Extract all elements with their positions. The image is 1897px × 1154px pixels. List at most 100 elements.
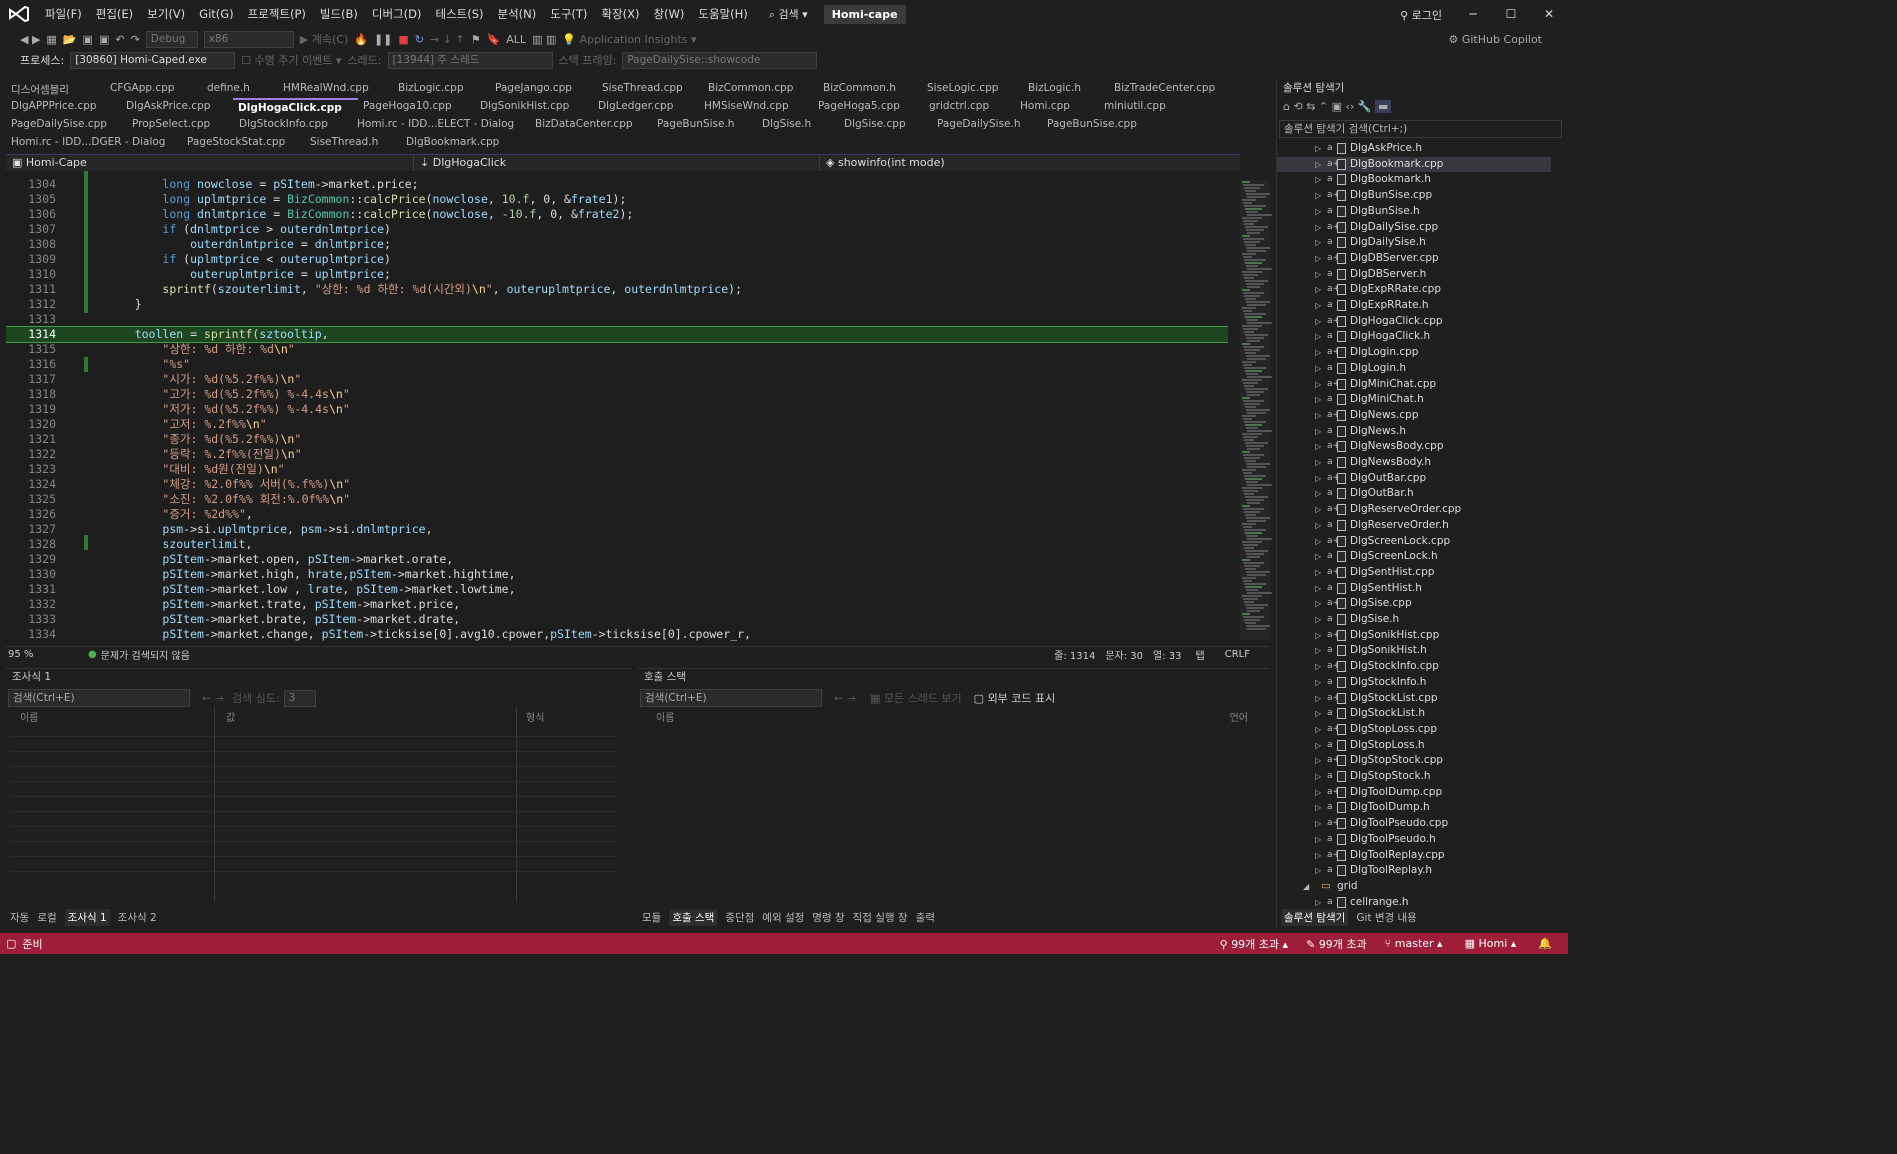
code-line[interactable]: 1329 pSItem->market.open, pSItem->market…: [6, 552, 1228, 567]
menu-item[interactable]: 테스트(S): [429, 6, 491, 22]
code-line[interactable]: 1319 "저가: %d(%5.2f%%) %-4.4s\n": [6, 402, 1228, 417]
document-tab[interactable]: SiseThread.cpp: [597, 80, 703, 98]
expand-icon[interactable]: ▷: [1315, 848, 1321, 864]
expand-icon[interactable]: ▷: [1315, 314, 1321, 330]
expand-icon[interactable]: ▷: [1315, 895, 1321, 911]
tree-item[interactable]: ▷ a+ DlgMiniChat.cpp: [1277, 377, 1551, 393]
tree-item[interactable]: ▷ a+ DlgStopStock.cpp: [1277, 753, 1551, 769]
tree-item[interactable]: ▷ a DlgOutBar.h: [1277, 486, 1551, 502]
expand-icon[interactable]: ▷: [1315, 439, 1321, 455]
document-tab[interactable]: HMSiseWnd.cpp: [699, 98, 813, 116]
document-tab[interactable]: define.h: [202, 80, 278, 98]
tree-item[interactable]: ▷ a DlgMiniChat.h: [1277, 392, 1551, 408]
tree-item[interactable]: ▷ a+ DlgOutBar.cpp: [1277, 471, 1551, 487]
menu-item[interactable]: 도구(T): [543, 6, 594, 22]
maximize-icon[interactable]: ☐: [1492, 0, 1530, 28]
expand-icon[interactable]: ▷: [1315, 581, 1321, 597]
document-tab[interactable]: DlgAPPPrice.cpp: [6, 98, 121, 116]
expand-icon[interactable]: ▷: [1315, 628, 1321, 644]
tree-item[interactable]: ▷ a DlgSentHist.h: [1277, 581, 1551, 597]
expand-icon[interactable]: ▷: [1315, 534, 1321, 550]
callstack-tab[interactable]: 모듈: [642, 910, 661, 925]
expand-icon[interactable]: ▷: [1315, 361, 1321, 377]
tree-item[interactable]: ▷ a DlgSonikHist.h: [1277, 643, 1551, 659]
code-line[interactable]: 1309 if (uplmtprice < outeruplmtprice): [6, 252, 1228, 267]
copilot-button[interactable]: ⚙ GitHub Copilot: [1448, 33, 1542, 46]
watch-grid[interactable]: 이름 값 형식: [10, 707, 618, 902]
repo-button[interactable]: ▦ Homi ▴: [1465, 937, 1517, 950]
menu-item[interactable]: 확장(X): [594, 6, 646, 22]
tree-item[interactable]: ▷ a DlgReserveOrder.h: [1277, 518, 1551, 534]
tree-item[interactable]: ▷ a+ DlgBunSise.cpp: [1277, 188, 1551, 204]
document-tab[interactable]: PageBunSise.cpp: [1042, 116, 1152, 134]
callstack-tab[interactable]: 출력: [916, 910, 935, 925]
tree-item[interactable]: ▷ a DlgStopStock.h: [1277, 769, 1551, 785]
watch-tab[interactable]: 로컬: [37, 910, 56, 925]
document-tab[interactable]: Homi.cpp: [1015, 98, 1099, 116]
lifecycle-button[interactable]: ☐ 수명 주기 이벤트 ▾: [241, 52, 341, 68]
document-tab[interactable]: Homi.rc - IDD...DGER - Dialog: [6, 134, 182, 152]
code-line[interactable]: 1306 long dnlmtprice = BizCommon::calcPr…: [6, 207, 1228, 222]
code-line[interactable]: 1318 "고가: %d(%5.2f%%) %-4.4s\n": [6, 387, 1228, 402]
member-nav-select[interactable]: ◈ showinfo(int mode): [820, 155, 1225, 171]
expand-icon[interactable]: ▷: [1315, 267, 1321, 283]
menu-item[interactable]: 디버그(D): [365, 6, 429, 22]
document-tab[interactable]: CFGApp.cpp: [105, 80, 202, 98]
menu-item[interactable]: 창(W): [646, 6, 691, 22]
expand-icon[interactable]: ▷: [1315, 220, 1321, 236]
document-tab[interactable]: miniutil.cpp: [1099, 98, 1189, 116]
search-button[interactable]: ⌕ 검색 ▾: [763, 6, 814, 22]
expand-icon[interactable]: ▷: [1315, 769, 1321, 785]
expand-icon[interactable]: ▷: [1315, 832, 1321, 848]
expand-icon[interactable]: ▷: [1315, 816, 1321, 832]
document-tab[interactable]: PropSelect.cpp: [127, 116, 234, 134]
document-tab[interactable]: BizDataCenter.cpp: [530, 116, 652, 134]
document-tab[interactable]: DlgStockInfo.cpp: [234, 116, 352, 134]
menu-item[interactable]: 프로젝트(P): [241, 6, 313, 22]
document-tab[interactable]: BizLogic.h: [1023, 80, 1109, 98]
document-tab[interactable]: DlgHogaClick.cpp: [233, 98, 358, 116]
tree-item[interactable]: ▷ a DlgToolPseudo.h: [1277, 832, 1551, 848]
tree-item[interactable]: ▷ a+ DlgNews.cpp: [1277, 408, 1551, 424]
tree-item[interactable]: ▷ a+ DlgLogin.cpp: [1277, 345, 1551, 361]
changes-button[interactable]: ✎ 99개 초과: [1306, 936, 1367, 952]
expand-icon[interactable]: ▷: [1315, 471, 1321, 487]
watch-search-input[interactable]: 검색(Ctrl+E): [8, 689, 190, 707]
tree-item[interactable]: ▷ a DlgHogaClick.h: [1277, 329, 1551, 345]
document-tab[interactable]: DlgSise.h: [757, 116, 839, 134]
code-line[interactable]: 1333 pSItem->market.brate, pSItem->marke…: [6, 612, 1228, 627]
tree-item[interactable]: ▷ a DlgStopLoss.h: [1277, 738, 1551, 754]
zoom-select[interactable]: 95 %: [8, 649, 58, 660]
document-tab[interactable]: BizTradeCenter.cpp: [1109, 80, 1229, 98]
menu-item[interactable]: 빌드(B): [313, 6, 365, 22]
tree-item[interactable]: ▷ a+ DlgExpRRate.cpp: [1277, 282, 1551, 298]
platform-select[interactable]: x86: [203, 30, 294, 48]
code-line[interactable]: 1315 "상한: %d 하한: %d\n": [6, 342, 1228, 357]
tree-item[interactable]: ▷ a cellrange.h: [1277, 895, 1551, 911]
process-select[interactable]: [30860] Homi-Caped.exe: [70, 51, 236, 69]
code-line[interactable]: 1323 "대비: %d원(전일)\n": [6, 462, 1228, 477]
expand-icon[interactable]: ▷: [1315, 345, 1321, 361]
code-line[interactable]: 1308 outerdnlmtprice = dnlmtprice;: [6, 237, 1228, 252]
editor-minimap[interactable]: [1240, 180, 1272, 640]
bookmark-icon[interactable]: 🔖: [487, 33, 501, 46]
expand-icon[interactable]: ▷: [1315, 282, 1321, 298]
menu-item[interactable]: Git(G): [192, 7, 241, 21]
expand-icon[interactable]: ▷: [1315, 141, 1321, 157]
document-tab[interactable]: PageDailySise.cpp: [6, 116, 127, 134]
document-tab[interactable]: BizCommon.h: [818, 80, 922, 98]
code-line[interactable]: 1310 outeruplmtprice = uplmtprice;: [6, 267, 1228, 282]
document-tab[interactable]: PageBunSise.h: [652, 116, 757, 134]
stop-icon[interactable]: ■: [398, 33, 408, 46]
expand-icon[interactable]: ▷: [1315, 298, 1321, 314]
document-tab[interactable]: PageStockStat.cpp: [182, 134, 305, 152]
code-line[interactable]: 1313: [6, 312, 1228, 327]
tree-item[interactable]: ▷ a DlgBookmark.h: [1277, 172, 1551, 188]
tree-item[interactable]: ▷ a+ DlgToolPseudo.cpp: [1277, 816, 1551, 832]
tree-item[interactable]: ▷ a+ DlgSentHist.cpp: [1277, 565, 1551, 581]
document-tab[interactable]: DlgLedger.cpp: [593, 98, 699, 116]
code-line[interactable]: 1312 }: [6, 297, 1228, 312]
watch-tab[interactable]: 자동: [10, 910, 29, 925]
expand-icon[interactable]: ▷: [1315, 738, 1321, 754]
code-line[interactable]: 1331 pSItem->market.low , lrate, pSItem-…: [6, 582, 1228, 597]
